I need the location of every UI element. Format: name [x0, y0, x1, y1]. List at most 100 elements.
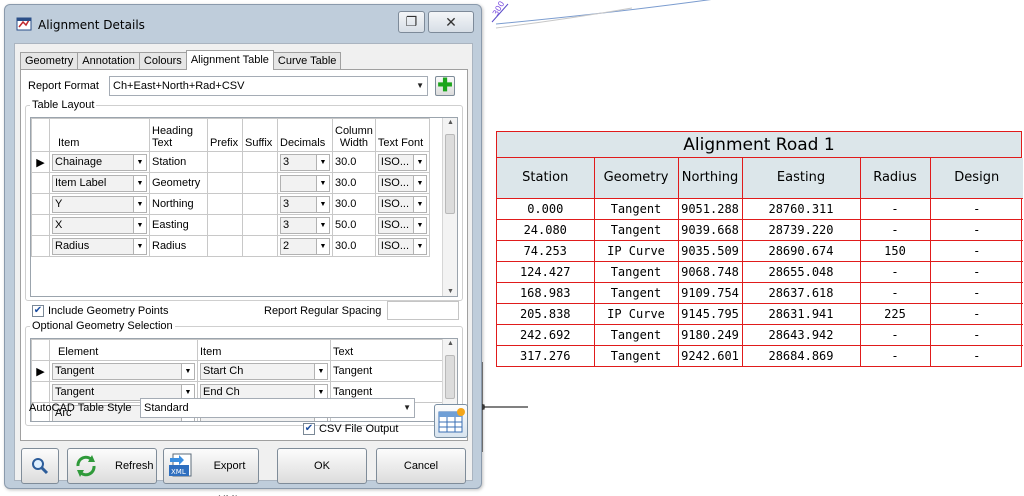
- item-select[interactable]: X ▼: [52, 216, 147, 234]
- scroll-up-icon[interactable]: ▲: [443, 340, 457, 347]
- suffix-cell[interactable]: [242, 172, 278, 194]
- report-col-easting: Easting: [741, 158, 861, 199]
- heading-text-cell[interactable]: Easting: [149, 214, 208, 236]
- tab-colours[interactable]: Colours: [138, 52, 187, 70]
- scroll-thumb[interactable]: [445, 355, 455, 399]
- element-value: Tangent: [55, 385, 95, 398]
- svg-text:XML: XML: [171, 468, 186, 476]
- prefix-cell[interactable]: [207, 151, 243, 173]
- report-cell-station: 205.838: [497, 302, 595, 325]
- tab-curve-table[interactable]: Curve Table: [272, 52, 342, 70]
- export-xml-button[interactable]: XML Export XML: [163, 448, 259, 496]
- element-select[interactable]: Tangent ▼: [52, 362, 195, 380]
- report-cell-easting: 28655.048: [741, 260, 861, 283]
- report-cell-northing: 9109.754: [677, 281, 743, 304]
- table-layout-scrollbar[interactable]: ▲ ▼: [442, 118, 457, 296]
- report-col-radius: Radius: [859, 158, 931, 199]
- report-cell-northing: 9039.668: [677, 218, 743, 241]
- tab-annotation[interactable]: Annotation: [77, 52, 140, 70]
- scroll-thumb[interactable]: [445, 134, 455, 214]
- item-select[interactable]: Y ▼: [52, 195, 147, 213]
- report-cell-design: -: [929, 281, 1023, 304]
- autocad-table-style-select[interactable]: Standard ▼: [140, 398, 415, 418]
- add-format-button[interactable]: ✚: [435, 76, 455, 96]
- decimals-select[interactable]: ▼: [280, 174, 330, 192]
- report-cell-station: 124.427: [497, 260, 595, 283]
- col-header-item: Item: [197, 339, 331, 361]
- decimals-select[interactable]: 2 ▼: [280, 237, 330, 255]
- cancel-button[interactable]: Cancel: [376, 448, 466, 484]
- chevron-down-icon: ▼: [316, 175, 329, 191]
- ok-button[interactable]: OK: [277, 448, 367, 484]
- table-style-button[interactable]: [434, 404, 468, 438]
- zoom-button[interactable]: [21, 448, 59, 484]
- col-header-heading-text: Heading Text: [149, 118, 208, 152]
- prefix-cell[interactable]: [207, 172, 243, 194]
- tab-alignment-table[interactable]: Alignment Table: [185, 50, 274, 70]
- column-width-cell[interactable]: 30.0: [332, 151, 376, 173]
- text-font-select[interactable]: ISO... ▼: [377, 153, 427, 171]
- text-font-select[interactable]: ISO... ▼: [377, 195, 427, 213]
- suffix-cell[interactable]: [242, 235, 278, 257]
- text-font-select[interactable]: ISO... ▼: [377, 237, 427, 255]
- suffix-cell[interactable]: [242, 151, 278, 173]
- item-select[interactable]: Radius ▼: [52, 237, 147, 255]
- table-row[interactable]: ▶ Chainage ▼ Station 3 ▼ 30.0 ISO... ▼: [31, 151, 430, 173]
- decimals-value: 3: [283, 197, 290, 210]
- report-format-select[interactable]: Ch+East+North+Rad+CSV ▼: [109, 76, 428, 96]
- item-select[interactable]: Chainage ▼: [52, 153, 147, 171]
- csv-file-output-checkbox[interactable]: ✔: [303, 423, 315, 435]
- suffix-cell[interactable]: [242, 193, 278, 215]
- column-width-cell[interactable]: 50.0: [332, 214, 376, 236]
- report-cell-station: 317.276: [497, 344, 595, 366]
- report-cell-station: 242.692: [497, 323, 595, 346]
- report-cell-radius: -: [859, 197, 931, 220]
- decimals-select[interactable]: 3 ▼: [280, 195, 330, 213]
- item-value: Y: [55, 197, 63, 210]
- item-select[interactable]: Item Label ▼: [52, 174, 147, 192]
- report-cell-geometry: Tangent: [593, 281, 679, 304]
- export-xml-icon: XML: [169, 453, 192, 477]
- report-cell-station: 74.253: [497, 239, 595, 262]
- report-cell-easting: 28637.618: [741, 281, 861, 304]
- prefix-cell[interactable]: [207, 214, 243, 236]
- table-row[interactable]: Item Label ▼ Geometry ▼ 30.0 ISO... ▼: [31, 172, 430, 194]
- include-geometry-points-checkbox[interactable]: ✔: [32, 305, 44, 317]
- tab-geometry[interactable]: Geometry: [20, 52, 79, 70]
- heading-text-cell[interactable]: Geometry: [149, 172, 208, 194]
- decimals-select[interactable]: 3 ▼: [280, 153, 330, 171]
- text-font-select[interactable]: ISO... ▼: [377, 216, 427, 234]
- decimals-select[interactable]: 3 ▼: [280, 216, 330, 234]
- prefix-cell[interactable]: [207, 235, 243, 257]
- heading-text-cell[interactable]: Northing: [149, 193, 208, 215]
- chevron-down-icon: ▼: [416, 81, 424, 90]
- column-width-cell[interactable]: 30.0: [332, 235, 376, 257]
- text-font-select[interactable]: ISO... ▼: [377, 174, 427, 192]
- table-row[interactable]: Radius ▼ Radius 2 ▼ 30.0 ISO... ▼: [31, 235, 430, 257]
- table-row[interactable]: Y ▼ Northing 3 ▼ 30.0 ISO... ▼: [31, 193, 430, 215]
- prefix-cell[interactable]: [207, 193, 243, 215]
- heading-text-cell[interactable]: Station: [149, 151, 208, 173]
- table-row[interactable]: X ▼ Easting 3 ▼ 50.0 ISO... ▼: [31, 214, 430, 236]
- refresh-button[interactable]: Refresh: [67, 448, 157, 484]
- heading-text-cell[interactable]: Radius: [149, 235, 208, 257]
- decimals-value: 2: [283, 239, 290, 252]
- report-cell-geometry: Tangent: [593, 218, 679, 241]
- refresh-label: Refresh: [115, 460, 154, 472]
- suffix-cell[interactable]: [242, 214, 278, 236]
- geometry-item-select[interactable]: Start Ch ▼: [200, 362, 328, 380]
- scroll-up-icon[interactable]: ▲: [443, 119, 457, 126]
- scroll-down-icon[interactable]: ▼: [443, 288, 457, 295]
- geometry-text-cell[interactable]: Tangent: [330, 360, 444, 382]
- cad-drawing-canvas[interactable]: 300 Alignment Road 1 Station Geometry No…: [482, 0, 1024, 496]
- column-width-cell[interactable]: 30.0: [332, 172, 376, 194]
- report-regular-spacing-input[interactable]: [387, 301, 459, 320]
- alignment-report-table[interactable]: Alignment Road 1 Station Geometry Northi…: [496, 131, 1023, 367]
- title-bar[interactable]: Alignment Details ❐ ✕: [5, 5, 481, 41]
- close-button[interactable]: ✕: [428, 11, 474, 33]
- column-width-cell[interactable]: 30.0: [332, 193, 376, 215]
- restore-button[interactable]: ❐: [398, 11, 425, 33]
- row-header: [31, 193, 50, 215]
- table-row[interactable]: ▶ Tangent ▼ Start Ch ▼ Tangent: [31, 360, 444, 382]
- report-cell-geometry: IP Curve: [593, 239, 679, 262]
